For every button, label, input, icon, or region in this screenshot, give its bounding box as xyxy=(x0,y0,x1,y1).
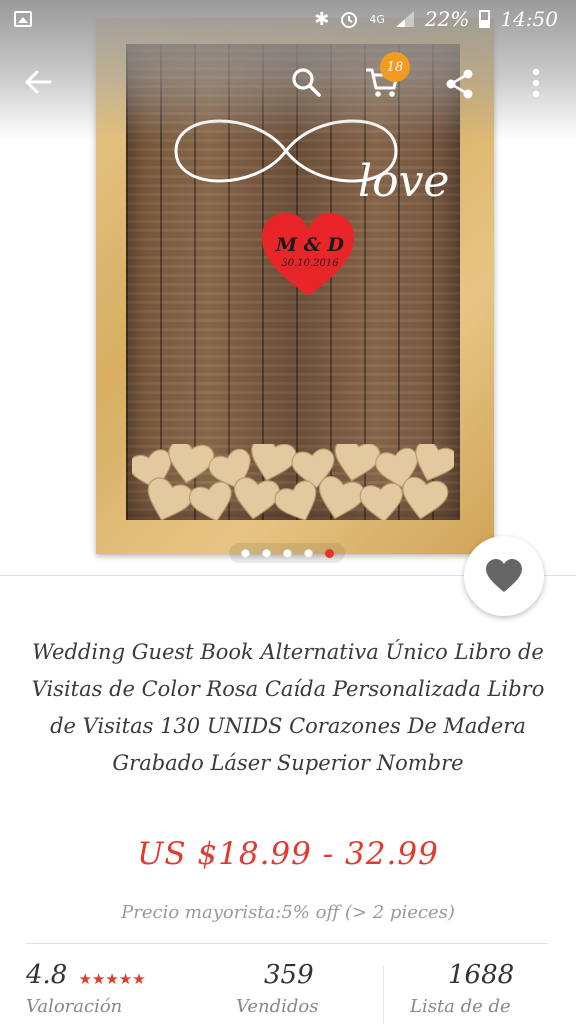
rating-stars-icon: ★★★★★ xyxy=(78,969,146,988)
sold-label: Vendidos xyxy=(236,996,319,1017)
heart-icon xyxy=(486,559,522,592)
rating-label: Valoración xyxy=(26,996,123,1017)
signal-icon xyxy=(395,11,414,27)
bluetooth-icon: ✱ xyxy=(314,8,330,30)
carousel-dot[interactable] xyxy=(240,548,250,558)
battery-percent: 22% xyxy=(424,7,470,31)
love-script: love xyxy=(358,156,450,207)
carousel-dot[interactable] xyxy=(303,548,313,558)
sold-count: 359 xyxy=(264,960,314,990)
rating-stat[interactable]: 4.8 ★★★★★ Valoración xyxy=(26,960,146,1024)
sold-stat[interactable]: 359 Vendidos xyxy=(236,960,336,1024)
carousel-dot[interactable] xyxy=(261,548,271,558)
carousel-dot-active[interactable] xyxy=(324,548,334,558)
carousel-dot[interactable] xyxy=(282,548,292,558)
wishlist-count: 1688 xyxy=(448,960,515,990)
wooden-hearts xyxy=(132,444,454,520)
product-title: Wedding Guest Book Alternativa Único Lib… xyxy=(31,640,545,775)
more-options-icon[interactable] xyxy=(528,66,544,100)
wholesale-price[interactable]: Precio mayorista:5% off (> 2 pieces) xyxy=(0,902,576,923)
gallery-notification-icon xyxy=(14,11,32,27)
share-icon[interactable] xyxy=(444,68,476,100)
product-stats: 4.8 ★★★★★ Valoración 359 Vendidos 1688 L… xyxy=(0,960,576,1024)
heart-engraving: M & D 30.10.2016 xyxy=(271,234,349,269)
battery-icon xyxy=(479,10,491,28)
alarm-icon xyxy=(341,12,358,28)
carousel-indicator xyxy=(229,543,345,563)
product-image-gallery[interactable]: love M & D 30.10.2016 18 xyxy=(0,0,576,575)
product-price: US $18.99 - 32.99 xyxy=(137,836,439,872)
cart-count-badge: 18 xyxy=(380,52,410,82)
heart-initials: M & D xyxy=(276,234,344,256)
back-arrow-icon[interactable] xyxy=(22,66,54,98)
network-type: 4G xyxy=(369,12,385,26)
wishlist-stat[interactable]: 1688 Lista de de xyxy=(410,960,550,1024)
clock: 14:50 xyxy=(500,7,558,31)
wishlist-label: Lista de de xyxy=(410,996,511,1017)
heart-date: 30.10.2016 xyxy=(281,258,339,269)
rating-value: 4.8 xyxy=(26,960,68,990)
divider xyxy=(26,943,548,944)
search-icon[interactable] xyxy=(290,66,324,100)
wishlist-button[interactable] xyxy=(464,536,544,616)
status-bar: ✱ 4G 22% 14:50 xyxy=(0,0,576,38)
stat-separator xyxy=(383,965,384,1024)
